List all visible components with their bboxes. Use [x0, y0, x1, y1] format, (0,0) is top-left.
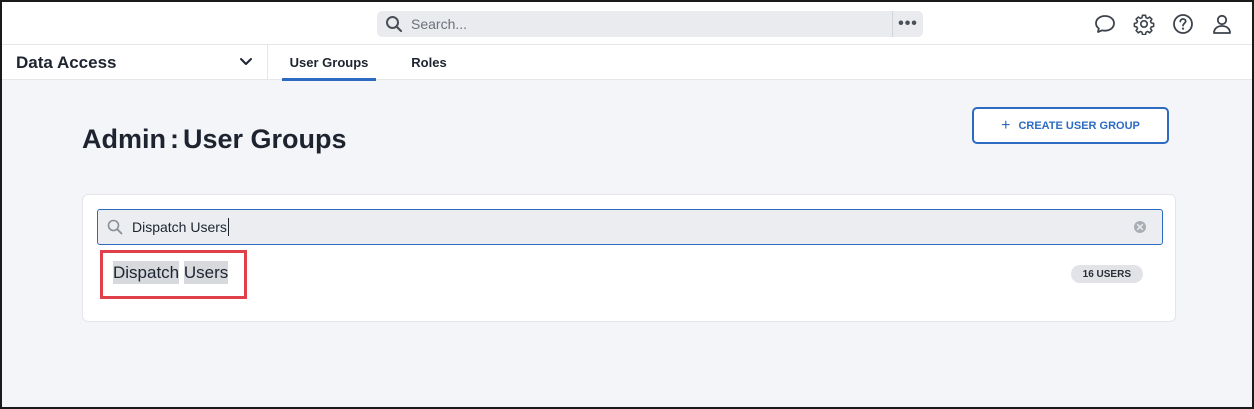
user-count-badge: 16 USERS	[1070, 265, 1143, 283]
section-dropdown[interactable]: Data Access	[2, 45, 268, 80]
section-label: Data Access	[16, 52, 117, 72]
text-caret	[227, 218, 229, 236]
annotation-highlight-box	[100, 250, 247, 299]
search-placeholder[interactable]: Search...	[411, 16, 892, 32]
user-icon[interactable]	[1209, 11, 1234, 36]
filter-input[interactable]: Dispatch Users	[97, 209, 1163, 245]
search-icon	[377, 11, 411, 37]
help-icon[interactable]	[1170, 11, 1195, 36]
tab-user-groups[interactable]: User Groups	[282, 45, 376, 81]
plus-icon: +	[1001, 116, 1011, 134]
global-search[interactable]: Search... •••	[377, 11, 923, 37]
filter-value[interactable]: Dispatch Users	[132, 219, 227, 235]
chat-icon[interactable]	[1092, 11, 1117, 36]
search-icon	[98, 210, 132, 244]
page-title-separator: :	[170, 124, 179, 154]
page-title: Admin : User Groups	[82, 124, 347, 155]
page-title-text: User Groups	[183, 124, 347, 154]
create-user-group-button[interactable]: + CREATE USER GROUP	[972, 107, 1169, 144]
page-title-prefix: Admin	[82, 124, 166, 154]
more-options-button[interactable]: •••	[893, 11, 923, 37]
create-button-label: CREATE USER GROUP	[1018, 119, 1140, 132]
chevron-down-icon	[239, 54, 253, 72]
sub-nav: Data Access User Groups Roles	[2, 45, 1252, 81]
gear-icon[interactable]	[1131, 11, 1156, 36]
top-icons	[1092, 11, 1234, 36]
app-window: Search... ••• Data Access User Groups Ro…	[0, 0, 1254, 409]
top-bar: Search... •••	[2, 2, 1252, 45]
clear-icon[interactable]	[1132, 219, 1148, 235]
tab-roles[interactable]: Roles	[407, 45, 451, 80]
